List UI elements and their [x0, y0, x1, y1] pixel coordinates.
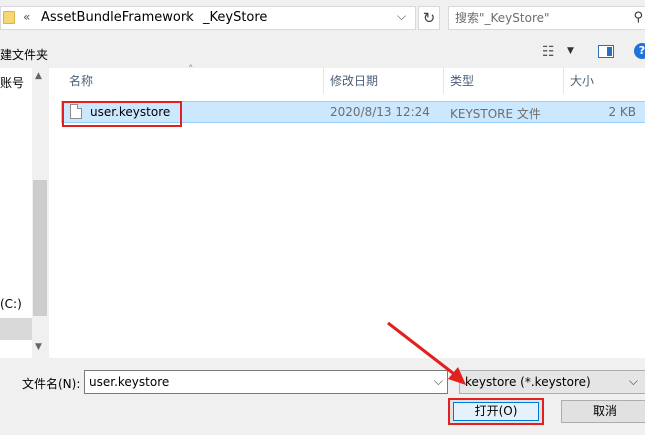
address-dropdown-icon[interactable]: ⌵	[397, 9, 406, 24]
nav-item-c-drive[interactable]: (C:)	[0, 297, 22, 311]
refresh-button[interactable]: ↻	[418, 6, 440, 30]
preview-pane-icon[interactable]	[598, 45, 614, 58]
filename-label: 文件名(N):	[22, 377, 81, 391]
search-icon: ⚲	[633, 10, 643, 25]
file-size: 2 KB	[608, 105, 636, 119]
file-type: KEYSTORE 文件	[450, 107, 541, 121]
column-header-date[interactable]: 修改日期	[330, 68, 378, 94]
nav-selection-highlight	[0, 318, 32, 340]
open-button[interactable]: 打开(O)	[453, 402, 539, 421]
search-input[interactable]	[455, 10, 615, 26]
column-divider[interactable]	[563, 68, 564, 94]
column-header-name[interactable]: 名称	[69, 68, 93, 94]
new-folder-button[interactable]: 建文件夹	[0, 46, 48, 63]
breadcrumb-separator-icon[interactable]: ›	[185, 10, 190, 24]
search-box[interactable]: ⚲	[448, 6, 645, 30]
annotation-highlight-box	[62, 101, 182, 127]
nav-item-account[interactable]: 账号	[0, 74, 24, 91]
file-type-select[interactable]: keystore (*.keystore) ⌵	[459, 370, 645, 394]
folder-icon	[3, 11, 15, 24]
view-dropdown-icon[interactable]: ▼	[567, 46, 574, 56]
help-icon[interactable]: ?	[634, 43, 645, 59]
file-list: 名称 ˄ 修改日期 类型 大小 user.keystore 2020/8/13 …	[49, 63, 645, 358]
scroll-thumb[interactable]	[33, 180, 47, 316]
sort-ascending-icon: ˄	[188, 63, 194, 76]
address-bar[interactable]: « AssetBundleFramework › _KeyStore ⌵	[0, 6, 416, 30]
navigation-pane: 账号 (C:) ▲ ▼	[0, 68, 48, 358]
scroll-up-icon[interactable]: ▲	[35, 71, 42, 81]
annotation-arrow-icon	[387, 321, 466, 385]
column-divider[interactable]	[443, 68, 444, 94]
open-button-highlight: 打开(O)	[448, 398, 544, 425]
nav-scrollbar[interactable]: ▲ ▼	[32, 68, 48, 358]
scroll-down-icon[interactable]: ▼	[35, 342, 42, 352]
column-header-size[interactable]: 大小	[570, 68, 594, 94]
file-modified-date: 2020/8/13 12:24	[330, 105, 430, 119]
breadcrumb-keystore[interactable]: _KeyStore	[203, 10, 267, 25]
breadcrumb-asset-bundle-framework[interactable]: AssetBundleFramework	[41, 10, 194, 25]
cancel-button[interactable]: 取消	[561, 400, 645, 423]
column-divider[interactable]	[323, 68, 324, 94]
view-options-icon[interactable]: ☷	[542, 44, 555, 60]
column-header-type[interactable]: 类型	[450, 68, 474, 94]
filename-input[interactable]	[89, 374, 419, 390]
file-type-dropdown-icon[interactable]: ⌵	[629, 374, 638, 389]
file-type-value: keystore (*.keystore)	[465, 375, 591, 389]
overflow-chevron-icon[interactable]: «	[23, 10, 30, 24]
